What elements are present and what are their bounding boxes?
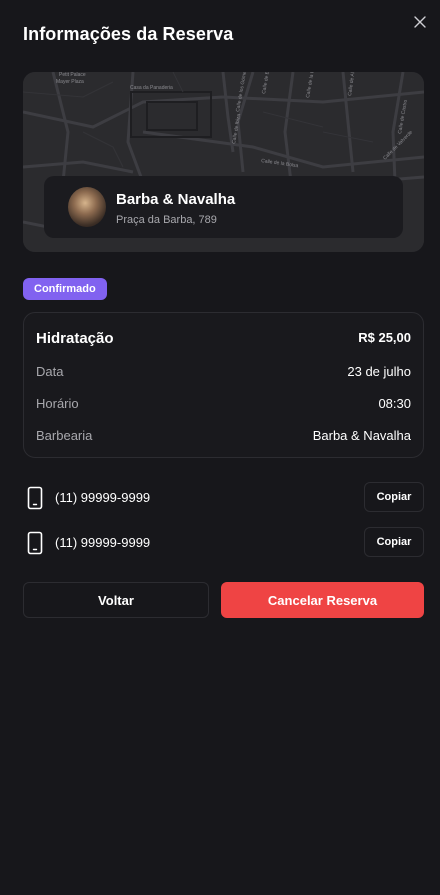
copy-phone-button[interactable]: Copiar (364, 482, 424, 512)
map-street-label: Mayer Plaza (56, 79, 84, 85)
phone-number: (11) 99999-9999 (55, 535, 151, 550)
phone-row: (11) 99999-9999 Copiar (23, 482, 424, 514)
service-name: Hidratação (36, 330, 114, 347)
barbershop-value: Barba & Navalha (312, 428, 411, 443)
barbershop-name: Barba & Navalha (116, 191, 236, 208)
barbershop-label: Barbearia (36, 428, 93, 443)
map-street-label: Petit Palace (59, 72, 86, 78)
copy-phone-button[interactable]: Copiar (364, 527, 424, 557)
smartphone-icon (27, 486, 43, 510)
smartphone-icon (27, 531, 43, 555)
close-icon (414, 16, 426, 28)
date-label: Data (36, 364, 64, 379)
booking-summary-card: Hidratação R$ 25,00 Data 23 de julho Hor… (23, 312, 424, 458)
barbershop-avatar (68, 187, 106, 227)
booking-info-sheet: Informações da Reserva Petit Palace Maye… (0, 0, 440, 895)
close-button[interactable] (410, 12, 430, 32)
barbershop-address: Praça da Barba, 789 (116, 214, 217, 226)
date-value: 23 de julho (347, 364, 411, 379)
time-value: 08:30 (378, 396, 411, 411)
cancel-booking-button[interactable]: Cancelar Reserva (221, 582, 424, 618)
time-label: Horário (36, 396, 79, 411)
back-button[interactable]: Voltar (23, 582, 209, 618)
location-map: Petit Palace Mayer Plaza Casa da Panader… (23, 72, 424, 252)
service-price: R$ 25,00 (358, 330, 411, 345)
barbershop-card: Barba & Navalha Praça da Barba, 789 (44, 176, 403, 238)
map-street-label: Casa da Panaderia (130, 85, 173, 91)
phone-row: (11) 99999-9999 Copiar (23, 527, 424, 559)
sheet-title: Informações da Reserva (23, 24, 234, 44)
phone-number: (11) 99999-9999 (55, 490, 151, 505)
status-badge: Confirmado (23, 278, 107, 300)
